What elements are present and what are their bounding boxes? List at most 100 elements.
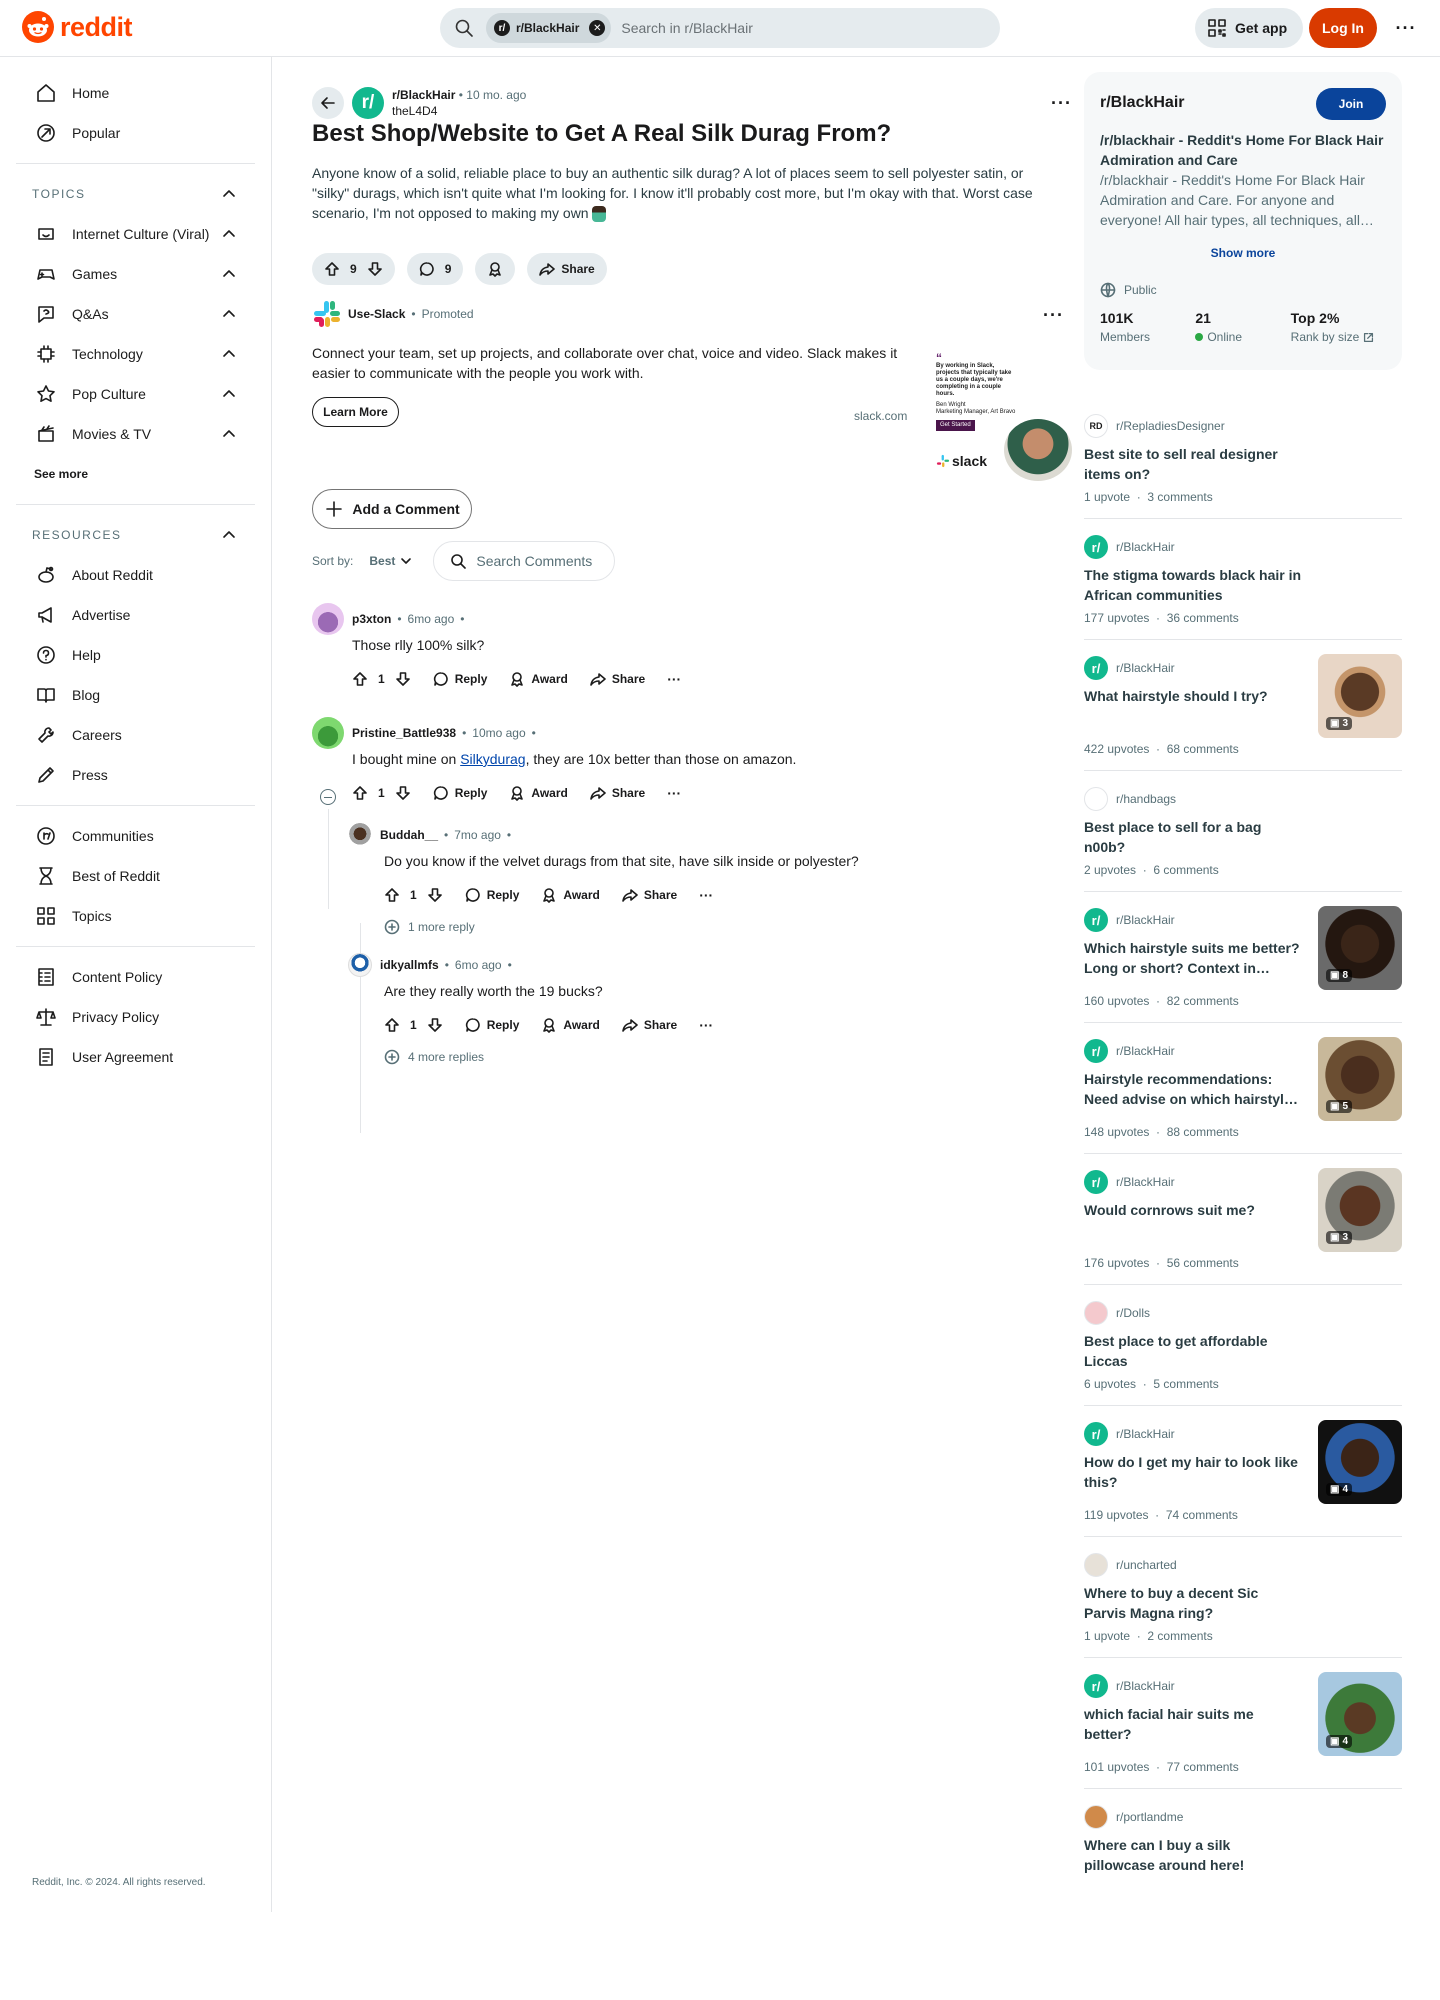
related-post[interactable]: r/r/BlackHair Would cornrows suit me? 176 … — [1084, 1154, 1402, 1285]
related-post-title[interactable]: Would cornrows suit me? — [1084, 1200, 1304, 1220]
subreddit-avatar[interactable]: RD — [1084, 414, 1108, 438]
related-subreddit-name[interactable]: r/BlackHair — [1116, 661, 1175, 675]
sidebar-item-careers[interactable]: Careers — [0, 715, 271, 755]
share-button[interactable]: Share — [590, 785, 645, 801]
login-button[interactable]: Log In — [1309, 8, 1377, 48]
show-more-button[interactable]: Show more — [1100, 246, 1386, 260]
related-post-title[interactable]: What hairstyle should I try? — [1084, 686, 1304, 706]
sort-dropdown[interactable]: Best — [369, 554, 413, 568]
related-post-title[interactable]: Best place to sell for a bag n00b? — [1084, 817, 1304, 857]
avatar[interactable] — [312, 717, 344, 749]
downvote-icon[interactable] — [427, 887, 443, 903]
sidebar-item-communities[interactable]: Communities — [0, 816, 271, 856]
sidebar-item-qas[interactable]: Q&As — [0, 294, 271, 334]
more-options-icon[interactable]: ··· — [667, 671, 681, 687]
reply-button[interactable]: Reply — [433, 671, 487, 687]
subreddit-avatar[interactable]: r/ — [1084, 535, 1108, 559]
sidebar-item-technology[interactable]: Technology — [0, 334, 271, 374]
sidebar-item-about[interactable]: About Reddit — [0, 555, 271, 595]
related-post-title[interactable]: Hairstyle recommendations: Need advise o… — [1084, 1069, 1304, 1109]
post-author[interactable]: theL4D4 — [392, 103, 526, 119]
related-subreddit-name[interactable]: r/BlackHair — [1116, 1427, 1175, 1441]
more-replies-link[interactable]: 1 more reply — [384, 911, 1044, 943]
subreddit-avatar[interactable]: r/ — [1084, 1422, 1108, 1446]
upvote-icon[interactable] — [352, 671, 368, 687]
related-post-thumbnail[interactable]: ▣ 4 — [1318, 1672, 1402, 1756]
resources-heading[interactable]: RESOURCES — [0, 515, 271, 555]
comment-author[interactable]: p3xton — [352, 612, 391, 626]
sidebar-item-games[interactable]: Games — [0, 254, 271, 294]
close-icon[interactable]: ✕ — [589, 20, 606, 36]
share-button[interactable]: Share — [622, 1017, 677, 1033]
subreddit-avatar[interactable]: r/ — [1084, 1674, 1108, 1698]
sidebar-item-movies-tv[interactable]: Movies & TV — [0, 414, 271, 454]
reply-button[interactable]: Reply — [465, 1017, 519, 1033]
avatar[interactable] — [312, 603, 344, 635]
related-post-title[interactable]: The stigma towards black hair in African… — [1084, 565, 1304, 605]
avatar[interactable] — [348, 953, 372, 977]
related-post[interactable]: r/Dolls Best place to get affordable Licc… — [1084, 1285, 1402, 1406]
reply-button[interactable]: Reply — [433, 785, 487, 801]
related-post[interactable]: r/r/BlackHair Which hairstyle suits me be… — [1084, 892, 1402, 1023]
subreddit-avatar[interactable]: r/ — [352, 87, 384, 119]
related-post-thumbnail[interactable]: ▣ 4 — [1318, 1420, 1402, 1504]
learn-more-button[interactable]: Learn More — [312, 397, 399, 427]
advertiser-name[interactable]: Use-Slack — [348, 307, 405, 321]
related-subreddit-name[interactable]: r/uncharted — [1116, 1558, 1177, 1572]
related-post-title[interactable]: Where to buy a decent Sic Parvis Magna r… — [1084, 1583, 1304, 1623]
sidebar-item-popular[interactable]: Popular — [0, 113, 271, 153]
more-options-icon[interactable]: ··· — [699, 887, 713, 903]
comments-button[interactable]: 9 — [406, 253, 464, 285]
sidebar-item-help[interactable]: Help — [0, 635, 271, 675]
related-post[interactable]: r/r/BlackHair which facial hair suits me … — [1084, 1658, 1402, 1789]
ad-image[interactable]: “ By working in Slack, projects that typ… — [932, 349, 1072, 489]
sidebar-item-best-of-reddit[interactable]: Best of Reddit — [0, 856, 271, 896]
related-subreddit-name[interactable]: r/BlackHair — [1116, 1175, 1175, 1189]
award-button[interactable]: Award — [541, 887, 600, 903]
related-subreddit-name[interactable]: r/BlackHair — [1116, 540, 1175, 554]
related-post[interactable]: r/r/BlackHair How do I get my hair to loo… — [1084, 1406, 1402, 1537]
more-options-icon[interactable]: ··· — [1392, 14, 1420, 42]
sidebar-item-home[interactable]: Home — [0, 73, 271, 113]
share-button[interactable]: Share — [527, 253, 607, 285]
reply-button[interactable]: Reply — [465, 887, 519, 903]
subreddit-avatar[interactable]: r/ — [1084, 1039, 1108, 1063]
subreddit-avatar[interactable]: r/ — [1084, 1170, 1108, 1194]
related-post[interactable]: r/r/BlackHair What hairstyle should I try… — [1084, 640, 1402, 771]
sidebar-item-internet-culture[interactable]: Internet Culture (Viral) — [0, 214, 271, 254]
award-button[interactable]: Award — [509, 785, 568, 801]
related-post-thumbnail[interactable]: ▣ 8 — [1318, 906, 1402, 990]
comment-author[interactable]: idkyallmfs — [380, 958, 439, 972]
downvote-icon[interactable] — [367, 261, 383, 277]
related-post-title[interactable]: How do I get my hair to look like this? — [1084, 1452, 1304, 1492]
related-post[interactable]: r/r/BlackHair Hairstyle recommendations: … — [1084, 1023, 1402, 1154]
related-subreddit-name[interactable]: r/handbags — [1116, 792, 1176, 806]
downvote-icon[interactable] — [395, 785, 411, 801]
join-button[interactable]: Join — [1316, 88, 1386, 120]
sidebar-item-user-agreement[interactable]: User Agreement — [0, 1037, 271, 1077]
related-subreddit-name[interactable]: r/BlackHair — [1116, 913, 1175, 927]
related-post-thumbnail[interactable]: ▣ 5 — [1318, 1037, 1402, 1121]
comment-author[interactable]: Buddah__ — [380, 828, 438, 842]
related-subreddit-name[interactable]: r/BlackHair — [1116, 1044, 1175, 1058]
more-options-icon[interactable]: ··· — [699, 1017, 713, 1033]
subreddit-avatar[interactable]: r/ — [1084, 656, 1108, 680]
sidebar-item-press[interactable]: Press — [0, 755, 271, 795]
reddit-logo[interactable]: reddit — [22, 11, 133, 43]
comment-author[interactable]: Pristine_Battle938 — [352, 726, 456, 740]
related-post-title[interactable]: which facial hair suits me better? — [1084, 1704, 1304, 1744]
search-comments-input[interactable]: Search Comments — [433, 541, 616, 581]
post-more-options-icon[interactable]: ··· — [1051, 93, 1072, 114]
ad-more-options-icon[interactable]: ··· — [1043, 305, 1064, 326]
upvote-icon[interactable] — [384, 1017, 400, 1033]
external-link-icon[interactable] — [1363, 332, 1374, 343]
related-post[interactable]: r/handbags Best place to sell for a bag n… — [1084, 771, 1402, 892]
collapse-thread-icon[interactable] — [320, 789, 336, 805]
related-post-title[interactable]: Where can I buy a silk pillowcase around… — [1084, 1835, 1304, 1875]
downvote-icon[interactable] — [427, 1017, 443, 1033]
downvote-icon[interactable] — [395, 671, 411, 687]
sidebar-item-pop-culture[interactable]: Pop Culture — [0, 374, 271, 414]
subreddit-avatar[interactable] — [1084, 787, 1108, 811]
related-post-title[interactable]: Best site to sell real designer items on… — [1084, 444, 1304, 484]
search-scope-chip[interactable]: r/ r/BlackHair ✕ — [486, 13, 612, 43]
